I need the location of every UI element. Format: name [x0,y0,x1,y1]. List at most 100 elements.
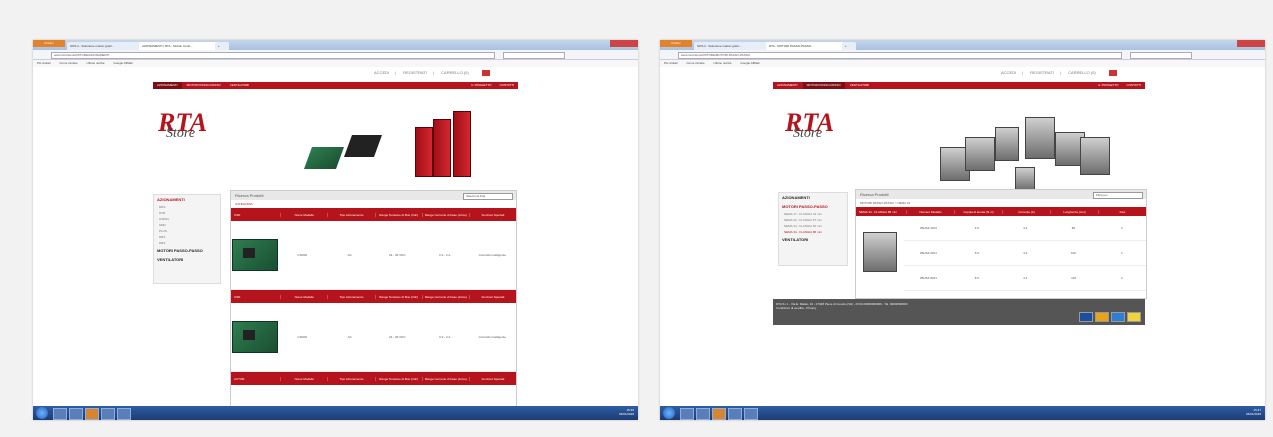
sidebar-section-ventilatori[interactable]: VENTILATORI [154,255,220,264]
col-length: Lunghezza (mm) [1050,209,1098,214]
app-icon[interactable] [744,408,758,420]
nav-azionamenti[interactable]: AZIONAMENTI [773,82,802,89]
new-tab-button[interactable]: + [842,42,856,50]
new-tab-button[interactable]: + [215,42,229,50]
nav-contatti[interactable]: CONTATTI [1122,82,1145,89]
cell-length: 80 [1071,226,1076,230]
bookmark-item[interactable]: Ultime notizie [87,61,105,65]
firefox-icon[interactable] [712,408,726,420]
firefox-menu-button[interactable]: Firefox [660,40,692,47]
browser-titlebar: Firefox SOS.it - Soluzione motion grazi.… [33,40,638,50]
cell-torque: 6.5 [974,251,979,255]
rta-store-logo[interactable]: RTA Store [785,110,834,142]
cell-model[interactable]: 86HS4-6201 [904,251,952,255]
search-box[interactable] [1130,52,1192,59]
search-box[interactable] [503,52,565,59]
nav-ventilatori[interactable]: VENTILATORI [846,82,873,89]
nav-progetto[interactable]: IL PROGETTO [1094,82,1122,89]
app-icon[interactable] [728,408,742,420]
system-clock[interactable]: 15:47 26/01/2018 [1246,408,1261,416]
media-icon[interactable] [696,408,710,420]
sidebar-section-motori[interactable]: MOTORI PASSO-PASSO [779,202,847,211]
register-link[interactable]: REGISTRATI [403,70,427,75]
sidebar-heading[interactable]: AZIONAMENTI [154,195,220,204]
bookmark-item[interactable]: Come iniziare [59,61,77,65]
cart-link[interactable]: CARRELLO (0) [1068,70,1096,75]
cell-torque: 4.5 [974,226,979,230]
media-icon[interactable] [69,408,83,420]
nav-contatti[interactable]: CONTATTI [495,82,518,89]
nav-motori[interactable]: MOTORI PASSO-PASSO [183,82,225,89]
system-clock[interactable]: 15:46 26/01/2018 [619,408,634,416]
cell-vbus: 24 - 36 VDC [388,253,406,257]
main-nav: AZIONAMENTI MOTORI PASSO-PASSO VENTILATO… [773,82,1145,89]
app-icon[interactable] [101,408,115,420]
nav-motori[interactable]: MOTORI PASSO-PASSO [802,82,845,89]
bookmark-item[interactable]: Più visitati [37,61,51,65]
window-controls[interactable] [610,40,638,47]
explorer-icon[interactable] [680,408,694,420]
sidebar-section-azionamenti[interactable]: AZIONAMENTI [779,193,847,202]
col-vbus: Range Tensione di Bus (Vdc) [374,212,422,217]
explorer-icon[interactable] [53,408,67,420]
postepay-icon [1127,312,1141,322]
stepper-motor-image [965,137,995,171]
nav-progetto[interactable]: IL PROGETTO [467,82,495,89]
product-image[interactable] [231,239,278,271]
bookmark-item[interactable]: Più visitati [664,61,678,65]
sidebar-section-ventilatori[interactable]: VENTILATORI [779,235,847,244]
product-image[interactable] [863,232,898,272]
table-row[interactable]: CSD02 AC 24 - 36 VDC 0,3 - 2 A Controllo… [231,221,516,290]
table-row[interactable]: CSD02 AC 24 - 36 VDC 0,3 - 2 A Controllo… [231,303,516,372]
cart-link[interactable]: CARRELLO (0) [441,70,469,75]
footer-links[interactable]: Condizioni di vendita - Privacy [776,306,1142,310]
table-row[interactable]: 86HS4-4201 4.5 4.2 80 2 [904,216,1146,241]
cell-phases: 2 [1120,276,1123,280]
rta-store-logo[interactable]: RTA Store [158,110,207,142]
clock-date: 26/01/2018 [618,412,634,416]
category-sidebar: AZIONAMENTI DRS HTB CSD94 SMD PLUS DRS D… [153,194,221,284]
left-screenshot: Firefox SOS.it - Soluzione motion grazi.… [33,40,638,420]
bookmark-item[interactable]: Come iniziare [686,61,704,65]
app-icon[interactable] [117,408,131,420]
sidebar-section-motori[interactable]: MOTORI PASSO-PASSO [154,246,220,255]
cell-current: 4.2 [1023,251,1028,255]
cell-current: 0,3 - 2 A [439,253,451,257]
nav-ventilatori[interactable]: VENTILATORI [226,82,253,89]
servo-drive-image [453,111,471,177]
window-controls[interactable] [1237,40,1265,47]
url-bar[interactable]: www.rta.it/store/it/STORE/AZIONAMENTI [51,52,495,59]
store-page: ACCEDI | REGISTRATI | CARRELLO (0) AZIONAM… [660,67,1265,406]
col-type: Tipo Azionamento [327,212,374,217]
url-bar[interactable]: www.rta.it/store/it/STORE/MOTORI-PASSO-P… [678,52,1122,59]
browser-tab-active[interactable]: RTA - MOTORI PASSO-PASSO... [766,42,846,50]
table-row[interactable]: 86HS4-6201 6.5 4.2 100 2 [904,241,1146,266]
filter-select[interactable]: Filtra per [1093,192,1143,199]
firefox-menu-button[interactable]: Firefox [33,40,65,47]
cell-model[interactable]: 86HS4-8201 [904,276,952,280]
login-link[interactable]: ACCEDI [374,70,389,75]
browser-tab[interactable]: SOS.it - Soluzione motion grazi... [67,42,143,50]
cell-model[interactable]: 86HS4-4201 [904,226,952,230]
browser-tab[interactable]: SOS.it - Soluzione motion grazi... [694,42,770,50]
start-button-icon[interactable] [36,407,48,419]
login-link[interactable]: ACCEDI [1001,70,1016,75]
product-image[interactable] [231,321,278,353]
account-links: ACCEDI | REGISTRATI | CARRELLO (0) [995,70,1123,76]
bookmark-item[interactable]: Google Affiliati [740,61,759,65]
cell-current: 0,3 - 2 A [439,335,451,339]
list-select[interactable]: Seleziona lista [463,193,513,200]
cell-model[interactable]: CSD02 [279,253,327,257]
bookmark-item[interactable]: Google Affiliati [113,61,132,65]
nav-azionamenti[interactable]: AZIONAMENTI [153,82,182,89]
browser-tab-active[interactable]: AZIONAMENTI | RTA - Motion Contr... [139,42,219,50]
start-button-icon[interactable] [663,407,675,419]
bookmark-item[interactable]: Ultime notizie [714,61,732,65]
register-link[interactable]: REGISTRATI [1030,70,1054,75]
cell-model[interactable]: CSD02 [279,335,327,339]
language-flag-icon[interactable] [1108,70,1117,76]
firefox-icon[interactable] [85,408,99,420]
language-flag-icon[interactable] [481,70,490,76]
panel-header: Ricerca Prodotti Seleziona lista [231,191,516,200]
table-row[interactable]: 86HS4-8201 8.5 4.2 118 2 [904,266,1146,291]
